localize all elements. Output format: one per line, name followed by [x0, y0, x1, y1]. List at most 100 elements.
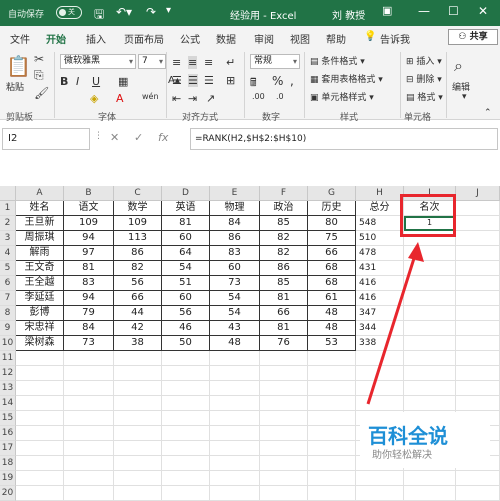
cell-e14[interactable] — [210, 396, 260, 411]
font-name-select[interactable]: 微软雅黑 — [60, 54, 136, 69]
font-color-icon[interactable]: A — [116, 92, 124, 105]
tab-review[interactable]: 审阅 — [254, 31, 274, 46]
cell-f3[interactable]: 82 — [260, 231, 308, 246]
cell-a10[interactable]: 梁树森 — [16, 336, 64, 351]
cell-j14[interactable] — [456, 396, 500, 411]
cell-f18[interactable] — [260, 456, 308, 471]
cell-i4[interactable] — [404, 246, 456, 261]
ribbon-display-icon[interactable]: ▣ — [382, 4, 392, 17]
cell-e2[interactable]: 84 — [210, 216, 260, 231]
edit-button[interactable]: 编辑 — [452, 80, 470, 93]
fill-color-icon[interactable]: ◈ — [90, 92, 98, 105]
cell-b18[interactable] — [64, 456, 114, 471]
cell-f20[interactable] — [260, 486, 308, 501]
cell-g12[interactable] — [308, 366, 356, 381]
cell-j19[interactable] — [456, 471, 500, 486]
format-cells-button[interactable]: ▤ 格式 ▾ — [406, 90, 443, 103]
cell-g19[interactable] — [308, 471, 356, 486]
header-cell[interactable]: 历史 — [308, 201, 356, 216]
cell-e17[interactable] — [210, 441, 260, 456]
header-cell[interactable]: 英语 — [162, 201, 210, 216]
formula-input[interactable]: =RANK(H2,$H$2:$H$10) — [190, 128, 498, 150]
cell-c8[interactable]: 44 — [114, 306, 162, 321]
cell-g17[interactable] — [308, 441, 356, 456]
cell-a18[interactable] — [16, 456, 64, 471]
cell-d20[interactable] — [162, 486, 210, 501]
enter-icon[interactable]: ✓ — [134, 131, 143, 144]
cell-h6[interactable]: 416 — [356, 276, 404, 291]
cell-d16[interactable] — [162, 426, 210, 441]
cell-a19[interactable] — [16, 471, 64, 486]
cell-b12[interactable] — [64, 366, 114, 381]
cell-e20[interactable] — [210, 486, 260, 501]
cell-e12[interactable] — [210, 366, 260, 381]
cell-f10[interactable]: 76 — [260, 336, 308, 351]
align-top-icon[interactable]: ≡ — [172, 56, 181, 69]
cell-h19[interactable] — [356, 471, 404, 486]
cell-a2[interactable]: 王旦新 — [16, 216, 64, 231]
cell-h9[interactable]: 344 — [356, 321, 404, 336]
cell-j11[interactable] — [456, 351, 500, 366]
column-header-j[interactable]: J — [456, 186, 500, 201]
cell-d2[interactable]: 81 — [162, 216, 210, 231]
maximize-icon[interactable]: ☐ — [448, 4, 459, 18]
cell-h8[interactable]: 347 — [356, 306, 404, 321]
cell-g5[interactable]: 68 — [308, 261, 356, 276]
cell-c17[interactable] — [114, 441, 162, 456]
row-header-14[interactable]: 14 — [0, 396, 16, 411]
chevron-down-icon[interactable]: ▾ — [462, 92, 467, 102]
cell-j20[interactable] — [456, 486, 500, 501]
column-header-a[interactable]: A — [16, 186, 64, 201]
delete-cells-button[interactable]: ⊟ 删除 ▾ — [406, 72, 442, 85]
cell-f7[interactable]: 81 — [260, 291, 308, 306]
cell-a11[interactable] — [16, 351, 64, 366]
cell-a16[interactable] — [16, 426, 64, 441]
customize-qat-icon[interactable]: ▾ — [166, 5, 171, 16]
cell-f8[interactable]: 66 — [260, 306, 308, 321]
cell-i12[interactable] — [404, 366, 456, 381]
cell-a7[interactable]: 李延廷 — [16, 291, 64, 306]
format-painter-icon[interactable]: 🖌 — [34, 86, 49, 100]
align-left-icon[interactable]: ☰ — [172, 74, 182, 87]
cell-f14[interactable] — [260, 396, 308, 411]
cell-h7[interactable]: 416 — [356, 291, 404, 306]
cell-b4[interactable]: 97 — [64, 246, 114, 261]
cell-h4[interactable]: 478 — [356, 246, 404, 261]
orientation-icon[interactable]: ↗ — [206, 92, 215, 105]
row-header-12[interactable]: 12 — [0, 366, 16, 381]
row-header-1[interactable]: 1 — [0, 201, 16, 216]
cell-g7[interactable]: 61 — [308, 291, 356, 306]
cell-d3[interactable]: 60 — [162, 231, 210, 246]
header-cell[interactable]: 姓名 — [16, 201, 64, 216]
tab-insert[interactable]: 插入 — [86, 31, 106, 46]
row-header-16[interactable]: 16 — [0, 426, 16, 441]
cell-j1[interactable] — [456, 201, 500, 216]
minimize-icon[interactable]: — — [418, 4, 430, 18]
column-header-e[interactable]: E — [210, 186, 260, 201]
cell-a4[interactable]: 解雨 — [16, 246, 64, 261]
cell-c12[interactable] — [114, 366, 162, 381]
cell-c2[interactable]: 109 — [114, 216, 162, 231]
cell-e18[interactable] — [210, 456, 260, 471]
row-header-4[interactable]: 4 — [0, 246, 16, 261]
cell-g10[interactable]: 53 — [308, 336, 356, 351]
cell-e16[interactable] — [210, 426, 260, 441]
cell-a8[interactable]: 彭博 — [16, 306, 64, 321]
cell-i10[interactable] — [404, 336, 456, 351]
comma-icon[interactable]: , — [290, 74, 294, 88]
decrease-indent-icon[interactable]: ⇤ — [172, 92, 181, 105]
cell-j6[interactable] — [456, 276, 500, 291]
cell-style-button[interactable]: ▣ 单元格样式 ▾ — [310, 90, 374, 103]
cell-f4[interactable]: 82 — [260, 246, 308, 261]
cell-d5[interactable]: 54 — [162, 261, 210, 276]
number-format-select[interactable]: 常规 — [250, 54, 300, 69]
tab-view[interactable]: 视图 — [290, 31, 310, 46]
cell-j8[interactable] — [456, 306, 500, 321]
lightbulb-icon[interactable]: 💡 — [364, 31, 376, 42]
cell-c7[interactable]: 66 — [114, 291, 162, 306]
cell-a17[interactable] — [16, 441, 64, 456]
accounting-icon[interactable]: 🖩 — [250, 74, 257, 93]
decrease-decimal-icon[interactable]: .0 — [276, 92, 284, 101]
name-box[interactable]: I2 — [2, 128, 90, 150]
cell-b19[interactable] — [64, 471, 114, 486]
